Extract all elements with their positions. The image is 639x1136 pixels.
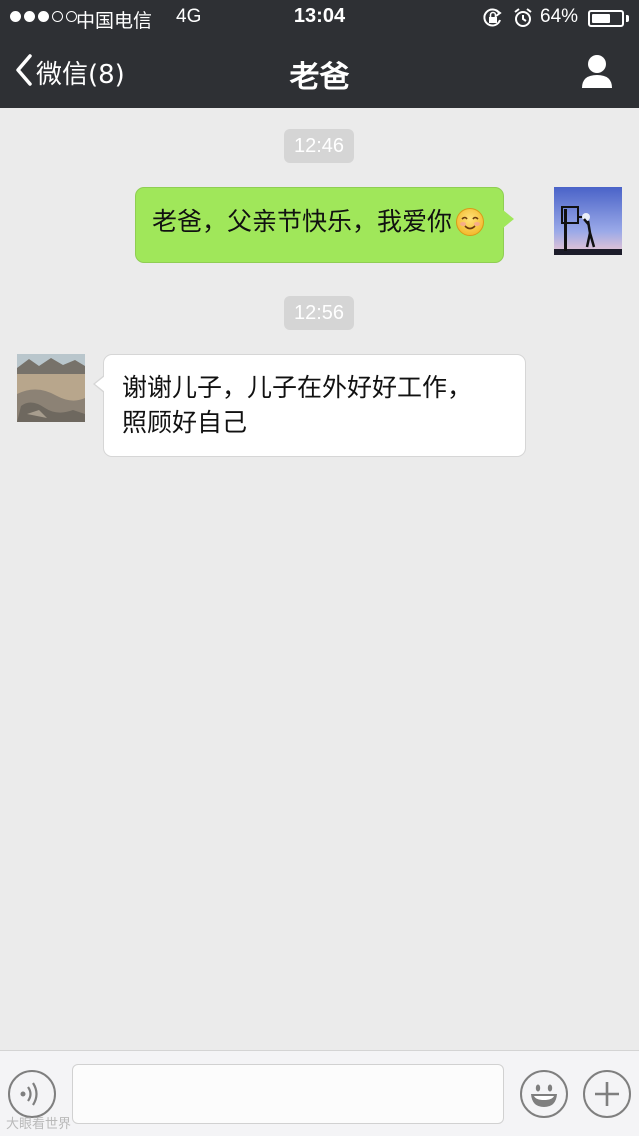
battery-fill bbox=[592, 14, 610, 23]
top-bar: 中国电信 4G 13:04 64% 微信(8) 老爸 bbox=[0, 0, 639, 108]
voice-button[interactable] bbox=[8, 1070, 56, 1118]
battery-icon bbox=[588, 10, 624, 27]
message-text-line: 照顾好自己 bbox=[122, 408, 248, 437]
mountain-landscape-avatar[interactable] bbox=[17, 354, 85, 422]
watermark: 大眼看世界 bbox=[6, 1116, 72, 1131]
message-input[interactable] bbox=[72, 1064, 504, 1124]
back-button[interactable]: 微信(8) bbox=[14, 50, 125, 94]
person-icon bbox=[574, 55, 620, 98]
status-bar: 中国电信 4G 13:04 64% bbox=[0, 0, 639, 36]
smiling-face-emoji bbox=[455, 207, 485, 246]
nav-bar: 微信(8) 老爸 bbox=[0, 36, 639, 108]
timestamp-chip: 12:46 bbox=[284, 129, 355, 163]
chat-title: 老爸 bbox=[289, 60, 350, 95]
alarm-icon bbox=[512, 7, 534, 35]
emoji-icon bbox=[522, 1084, 566, 1120]
emoji-button[interactable] bbox=[520, 1070, 568, 1118]
input-bar bbox=[0, 1050, 639, 1136]
more-button[interactable] bbox=[583, 1070, 631, 1118]
rotation-lock-icon bbox=[482, 7, 504, 35]
back-label: 微信(8) bbox=[36, 59, 125, 90]
chat-info-button[interactable] bbox=[574, 50, 620, 94]
basketball-silhouette-avatar[interactable] bbox=[554, 187, 622, 255]
timestamp-chip: 12:56 bbox=[284, 296, 355, 330]
message-text: 老爸，父亲节快乐，我爱你 bbox=[152, 207, 453, 236]
message-text-line: 谢谢儿子，儿子在外好好工作， bbox=[122, 373, 473, 402]
plus-icon bbox=[585, 1082, 629, 1120]
chat-screen: 中国电信 4G 13:04 64% 微信(8) 老爸 12:46 老爸，父亲节快… bbox=[0, 0, 639, 1136]
incoming-message-bubble[interactable]: 谢谢儿子，儿子在外好好工作， 照顾好自己 bbox=[93, 354, 526, 457]
outgoing-message-bubble[interactable]: 老爸，父亲节快乐，我爱你 bbox=[135, 187, 515, 263]
chevron-left-icon bbox=[14, 53, 34, 91]
battery-percent: 64% bbox=[540, 6, 579, 27]
battery-cap bbox=[626, 15, 629, 22]
